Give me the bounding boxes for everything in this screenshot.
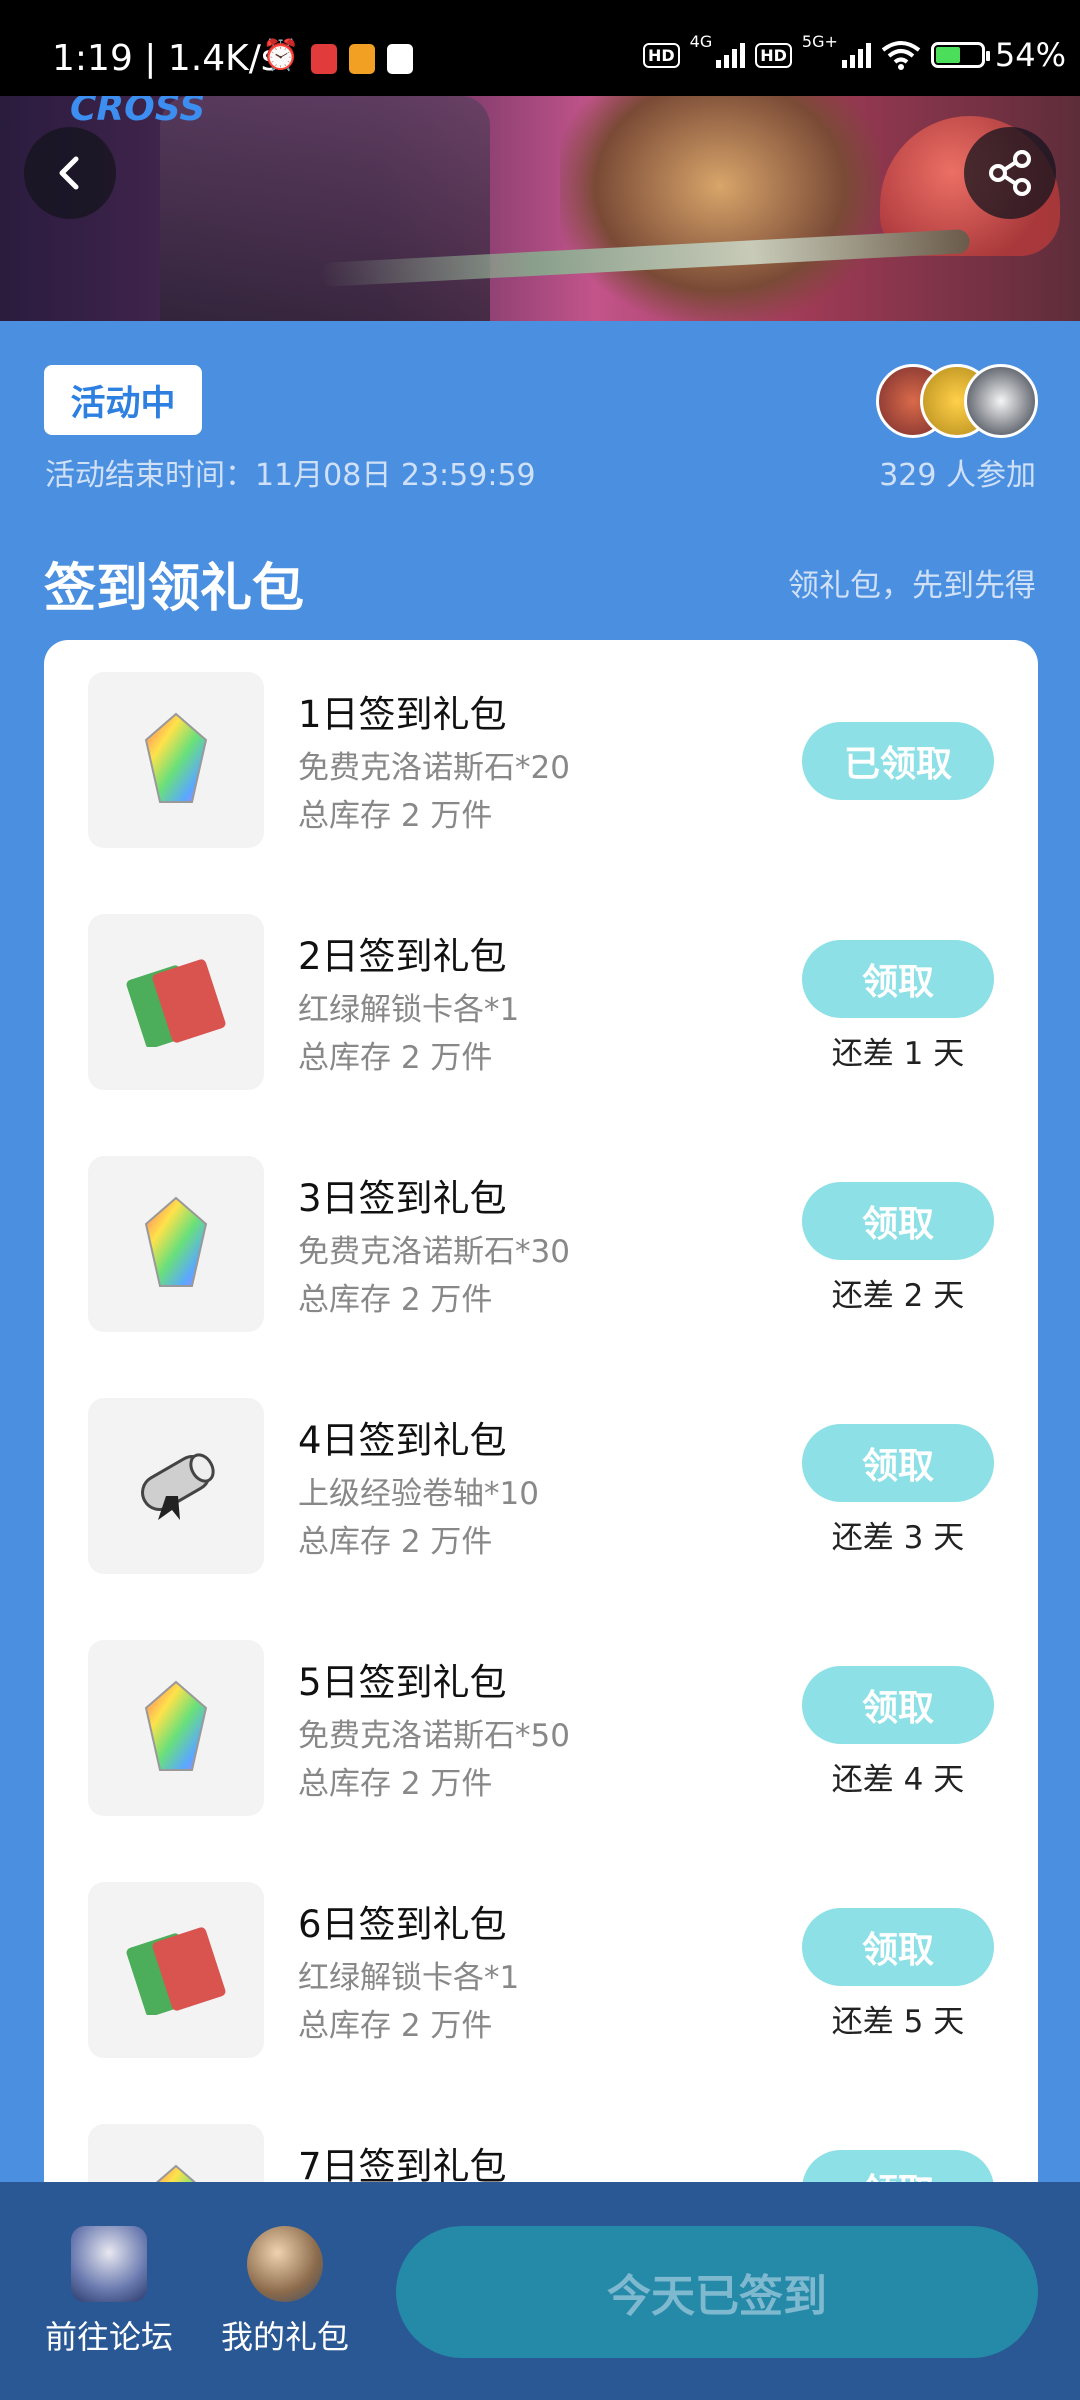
scroll-icon: [88, 1398, 264, 1574]
gift-description: 免费克洛诺斯石*50: [298, 1718, 570, 1754]
gift-stock: 总库存 2 万件: [298, 1766, 493, 1802]
hd-icon: HD: [755, 42, 792, 68]
days-left-label: 还差 1 天: [831, 1036, 965, 1072]
bottom-bar: 前往论坛 我的礼包 今天已签到: [0, 2182, 1080, 2400]
alarm-icon: ⏰: [262, 38, 300, 73]
days-left-label: 还差 4 天: [831, 1762, 965, 1798]
network-type-label: 4G: [689, 31, 713, 51]
hd-icon: HD: [642, 42, 680, 68]
status-indicators: HD 4G HD 5G+ 54%: [642, 32, 1066, 74]
gift-title: 4日签到礼包: [298, 1419, 507, 1462]
status-time: 1:19 | 1.4K/s: [52, 38, 280, 79]
back-button[interactable]: [24, 127, 116, 219]
gift-stock: 总库存 2 万件: [298, 1282, 493, 1318]
section-title: 签到领礼包: [44, 559, 305, 619]
gift-description: 上级经验卷轴*10: [298, 1476, 539, 1512]
claim-button[interactable]: 领取: [802, 1182, 994, 1260]
gift-row: 6日签到礼包 红绿解锁卡各*1 总库存 2 万件 领取 还差 5 天: [44, 1850, 1038, 2058]
gift-stock: 总库存 2 万件: [298, 1524, 493, 1560]
battery-percent: 54%: [994, 36, 1066, 74]
gift-title: 6日签到礼包: [298, 1903, 507, 1946]
rainbow-crystal-icon: [88, 1156, 264, 1332]
game-logo: CROSS: [70, 96, 206, 129]
app-notification-icon: [311, 44, 338, 74]
claimed-button[interactable]: 已领取: [802, 722, 994, 800]
participant-avatars[interactable]: [876, 364, 1038, 438]
gift-description: 红绿解锁卡各*1: [298, 1960, 520, 1996]
claim-button[interactable]: 领取: [802, 1424, 994, 1502]
my-gifts-label: 我的礼包: [220, 2318, 349, 2356]
gift-description: 红绿解锁卡各*1: [298, 992, 520, 1028]
activity-status-badge: 活动中: [44, 365, 202, 435]
battery-icon: [930, 42, 990, 68]
message-notification-icon: [349, 44, 376, 74]
gift-description: 免费克洛诺斯石*20: [298, 750, 570, 786]
claim-button[interactable]: 领取: [802, 940, 994, 1018]
status-bar: 1:19 | 1.4K/s ⏰ HD 4G HD 5G+ 54%: [0, 0, 1080, 96]
days-left-label: 还差 2 天: [831, 1278, 965, 1314]
gift-list: 1日签到礼包 免费克洛诺斯石*20 总库存 2 万件 已领取 2日签到礼包 红绿…: [44, 640, 1038, 2200]
signal-icon: [716, 42, 746, 68]
network-type-label: 5G+: [801, 31, 838, 51]
gift-avatar-icon: [247, 2226, 323, 2302]
unlock-cards-icon: [88, 1882, 264, 2058]
gift-title: 2日签到礼包: [298, 935, 507, 978]
gift-row: 1日签到礼包 免费克洛诺斯石*20 总库存 2 万件 已领取: [44, 640, 1038, 848]
days-left-label: 还差 5 天: [831, 2004, 965, 2040]
gift-stock: 总库存 2 万件: [298, 1040, 493, 1076]
gift-title: 1日签到礼包: [298, 693, 507, 736]
game-banner: CROSS: [0, 96, 1080, 321]
wifi-icon: [881, 41, 921, 70]
play-store-icon: [387, 44, 414, 74]
gift-title: 3日签到礼包: [298, 1177, 507, 1220]
rainbow-crystal-icon: [88, 1640, 264, 1816]
signed-in-today-button[interactable]: 今天已签到: [396, 2226, 1038, 2358]
forum-link[interactable]: 前往论坛: [34, 2226, 184, 2358]
claim-button[interactable]: 领取: [802, 1666, 994, 1744]
signal-icon: [841, 42, 871, 68]
gift-row: 2日签到礼包 红绿解锁卡各*1 总库存 2 万件 领取 还差 1 天: [44, 882, 1038, 1090]
gift-description: 免费克洛诺斯石*30: [298, 1234, 570, 1270]
game-app-icon: [71, 2226, 147, 2302]
section-subtitle: 领礼包，先到先得: [788, 568, 1036, 604]
chevron-left-icon: [59, 156, 79, 190]
days-left-label: 还差 3 天: [831, 1520, 965, 1556]
notification-icons: ⏰: [262, 38, 414, 74]
activity-end-time: 活动结束时间：11月08日 23:59:59: [45, 458, 536, 493]
share-icon: [989, 150, 1031, 196]
forum-label: 前往论坛: [44, 2318, 173, 2356]
gift-row: 5日签到礼包 免费克洛诺斯石*50 总库存 2 万件 领取 还差 4 天: [44, 1608, 1038, 1816]
rainbow-crystal-icon: [88, 672, 264, 848]
gift-stock: 总库存 2 万件: [298, 798, 493, 834]
avatar: [964, 364, 1038, 438]
gift-title: 5日签到礼包: [298, 1661, 507, 1704]
gift-stock: 总库存 2 万件: [298, 2008, 493, 2044]
participants-count: 329 人参加: [879, 458, 1036, 493]
gift-row: 4日签到礼包 上级经验卷轴*10 总库存 2 万件 领取 还差 3 天: [44, 1366, 1038, 1574]
claim-button[interactable]: 领取: [802, 1908, 994, 1986]
my-gifts-link[interactable]: 我的礼包: [210, 2226, 360, 2358]
gift-row: 3日签到礼包 免费克洛诺斯石*30 总库存 2 万件 领取 还差 2 天: [44, 1124, 1038, 1332]
unlock-cards-icon: [88, 914, 264, 1090]
share-button[interactable]: [964, 127, 1056, 219]
